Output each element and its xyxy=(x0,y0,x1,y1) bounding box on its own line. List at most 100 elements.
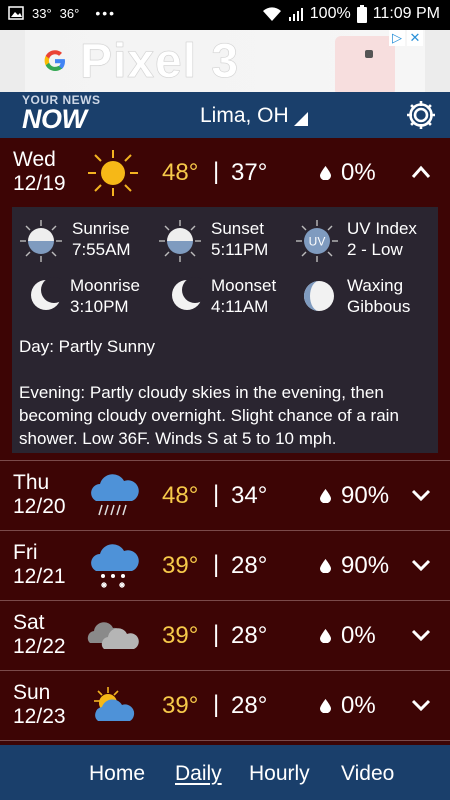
uv-label: UV Index xyxy=(347,219,417,238)
uv-icon-text: UV xyxy=(309,235,326,249)
day-label: Sun 12/23 xyxy=(13,681,66,729)
sunset-icon xyxy=(159,220,201,262)
more-notifications-icon: ••• xyxy=(95,5,117,21)
partly-sunny-icon xyxy=(94,687,135,721)
day-date: 12/20 xyxy=(13,495,66,518)
station-logo[interactable]: YOUR NEWS NOW xyxy=(22,94,101,133)
status-temp-left: 33° xyxy=(32,5,52,21)
moonrise-info: Moonrise 3:10PM xyxy=(70,275,140,317)
day-name: Thu xyxy=(13,471,50,494)
day-label: Sat 12/22 xyxy=(13,611,66,659)
precip-chance: 0% xyxy=(341,622,376,649)
snow-icon xyxy=(91,544,139,588)
precip-chance: 0% xyxy=(341,159,376,186)
nav-hourly[interactable]: Hourly xyxy=(249,762,310,786)
forecast-row-fri[interactable]: Fri 12/21 39° | 28° 90% xyxy=(0,531,450,601)
raindrop-icon xyxy=(320,559,331,573)
ad-choices-icon[interactable]: ▷ xyxy=(389,30,405,46)
low-temp: 37° xyxy=(231,159,268,186)
waxing-gibbous-icon xyxy=(304,281,334,311)
uv-index-icon: UV xyxy=(296,220,338,262)
ad-banner[interactable]: Pixel 3 ▷ ✕ xyxy=(0,30,450,96)
wifi-icon xyxy=(262,7,281,21)
sunset-time: 5:11PM xyxy=(211,240,269,259)
temp-separator: | xyxy=(213,691,220,718)
settings-gear-icon[interactable] xyxy=(405,99,437,131)
sunset-info: Sunset 5:11PM xyxy=(211,218,268,260)
chevron-down-icon[interactable] xyxy=(411,698,431,712)
ad-title: Pixel 3 xyxy=(80,35,240,89)
sunrise-info: Sunrise 7:55AM xyxy=(72,218,131,260)
chevron-down-icon[interactable] xyxy=(411,628,431,642)
high-temp: 48° xyxy=(162,159,199,186)
day-date: 12/22 xyxy=(13,635,66,658)
ad-close-icon[interactable]: ✕ xyxy=(407,30,423,46)
location-selector[interactable]: Lima, OH xyxy=(200,104,308,128)
temp-separator: | xyxy=(213,158,220,185)
high-temp: 39° xyxy=(162,622,199,649)
battery-percent: 100% xyxy=(309,5,351,22)
sunrise-icon xyxy=(20,220,62,262)
temp-separator: | xyxy=(213,551,220,578)
status-left: 33° 36° ••• xyxy=(8,5,116,21)
day-name: Sat xyxy=(13,611,45,634)
day-name: Sun xyxy=(13,681,51,704)
moonset-icon xyxy=(172,277,205,310)
google-logo-icon xyxy=(44,50,65,71)
evening-summary: Evening: Partly cloudy skies in the even… xyxy=(19,383,399,448)
dropdown-triangle-icon xyxy=(293,112,308,126)
sunrise-label: Sunrise xyxy=(72,219,130,238)
moonset-label: Moonset xyxy=(211,276,277,295)
day-label: Wed 12/19 xyxy=(13,148,66,196)
ad-creative[interactable]: Pixel 3 ▷ ✕ xyxy=(25,30,425,96)
moonset-info: Moonset 4:11AM xyxy=(211,275,276,317)
chevron-down-icon[interactable] xyxy=(411,488,431,502)
raindrop-icon xyxy=(320,166,331,180)
low-temp: 28° xyxy=(231,692,268,719)
day-date: 12/23 xyxy=(13,705,66,728)
moonrise-time: 3:10PM xyxy=(70,297,129,316)
chevron-down-icon[interactable] xyxy=(411,558,431,572)
uv-info: UV Index 2 - Low xyxy=(347,218,417,260)
forecast-row-thu[interactable]: Thu 12/20 48° | 34° 90% xyxy=(0,461,450,531)
moon-phase-info: Waxing Gibbous xyxy=(347,275,410,317)
high-temp: 39° xyxy=(162,692,199,719)
forecast-row-sat[interactable]: Sat 12/22 39° | 28° 0% xyxy=(0,601,450,671)
day-date: 12/19 xyxy=(13,172,66,195)
sunrise-time: 7:55AM xyxy=(72,240,131,259)
moonrise-label: Moonrise xyxy=(70,276,140,295)
status-time: 11:09 PM xyxy=(372,5,440,22)
day-name: Fri xyxy=(13,541,38,564)
day-label: Thu 12/20 xyxy=(13,471,66,519)
cloudy-icon xyxy=(87,622,139,649)
day-date: 12/21 xyxy=(13,565,66,588)
app-screen: 33° 36° ••• 100% 11:09 PM Pixel 3 ▷ ✕ YO… xyxy=(0,0,450,800)
nav-home[interactable]: Home xyxy=(89,762,145,786)
low-temp: 28° xyxy=(231,622,268,649)
uv-value: 2 - Low xyxy=(347,240,403,259)
moon-phase-line1: Waxing xyxy=(347,276,404,295)
day-details-panel: Sunrise 7:55AM Sunset 5:11PM UV UV Index… xyxy=(12,207,438,453)
precip-chance: 90% xyxy=(341,482,390,509)
ad-choices-badge[interactable]: ▷ ✕ xyxy=(389,30,423,46)
day-summary: Day: Partly Sunny xyxy=(19,337,156,356)
moonset-time: 4:11AM xyxy=(211,297,269,316)
ad-phone-image xyxy=(335,36,395,96)
sunny-icon xyxy=(88,150,138,196)
logo-bottom-text: NOW xyxy=(22,104,87,134)
forecast-row-sun[interactable]: Sun 12/23 39° | 28° 0% xyxy=(0,671,450,741)
raindrop-icon xyxy=(320,699,331,713)
location-label: Lima, OH xyxy=(200,104,289,127)
status-temp-right: 36° xyxy=(59,5,80,21)
app-header: YOUR NEWS NOW Lima, OH xyxy=(0,92,450,138)
sunset-label: Sunset xyxy=(211,219,264,238)
day-name: Wed xyxy=(13,148,56,171)
low-temp: 34° xyxy=(231,482,268,509)
raindrop-icon xyxy=(320,629,331,643)
precip-chance: 0% xyxy=(341,692,376,719)
chevron-up-icon[interactable] xyxy=(411,165,431,179)
day-label: Fri 12/21 xyxy=(13,541,66,589)
nav-video[interactable]: Video xyxy=(341,762,394,786)
nav-daily[interactable]: Daily xyxy=(175,762,222,786)
low-temp: 28° xyxy=(231,552,268,579)
